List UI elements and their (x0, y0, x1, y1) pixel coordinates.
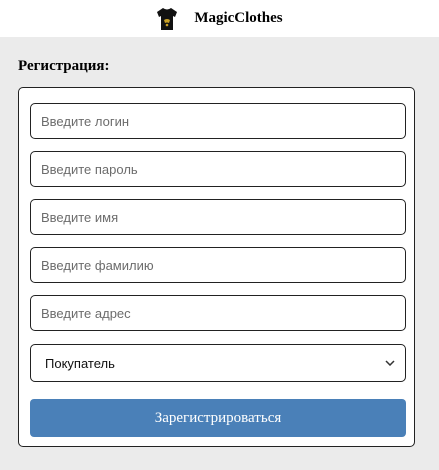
role-select-value: Покупатель (45, 355, 115, 371)
registration-title: Регистрация: (18, 58, 110, 74)
brand[interactable]: MagicClothes (156, 6, 283, 32)
chevron-down-icon (385, 360, 395, 366)
register-button[interactable]: Зарегистрироваться (30, 399, 406, 437)
brand-name: MagicClothes (194, 10, 283, 26)
top-header: MagicClothes (0, 0, 439, 37)
address-input[interactable] (30, 295, 406, 331)
first-name-input[interactable] (30, 199, 406, 235)
password-input[interactable] (30, 151, 406, 187)
last-name-input[interactable] (30, 247, 406, 283)
tshirt-icon (157, 7, 178, 30)
login-input[interactable] (30, 103, 406, 139)
role-select[interactable]: Покупатель (30, 344, 406, 382)
registration-form: Покупатель Зарегистрироваться (18, 87, 415, 447)
